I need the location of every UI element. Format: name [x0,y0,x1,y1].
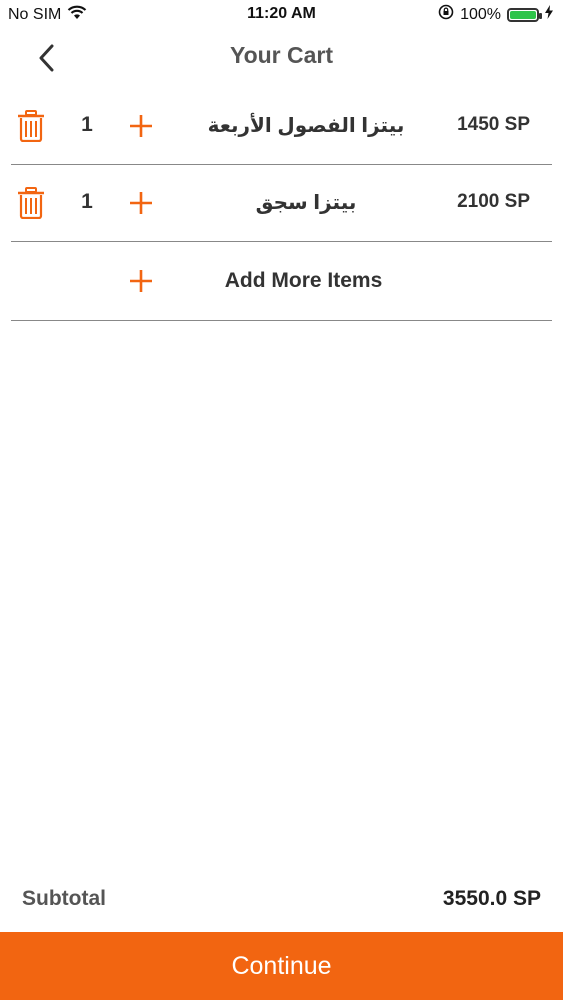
item-name: بيتزا الفصول الأربعة [207,115,405,137]
battery-icon [507,7,542,22]
battery-percent: 100% [460,5,501,23]
continue-button[interactable]: Continue [0,932,563,1000]
item-name: بيتزا سجق [255,192,357,214]
orientation-lock-icon [438,4,454,25]
trash-icon[interactable] [17,187,45,220]
cart-item-row: 1 بيتزا الفصول الأربعة 1450 SP [11,88,552,165]
status-right: 100% [438,4,553,25]
plus-icon[interactable] [127,112,155,140]
trash-icon[interactable] [17,110,45,143]
status-bar: No SIM 11:20 AM 100% [0,0,563,30]
nav-bar: Your Cart [0,30,563,84]
item-price: 1450 SP [457,114,530,135]
subtotal-label: Subtotal [22,887,106,910]
add-more-items-row[interactable]: Add More Items [11,242,552,321]
plus-icon[interactable] [127,189,155,217]
add-more-items-button[interactable]: Add More Items [181,269,426,293]
subtotal-row: Subtotal 3550.0 SP [22,884,541,914]
cart-item-row: 1 بيتزا سجق 2100 SP [11,165,552,242]
item-quantity: 1 [81,113,93,136]
battery-fill [510,10,536,19]
item-quantity: 1 [81,190,93,213]
subtotal-value: 3550.0 SP [442,887,541,910]
item-price: 2100 SP [457,191,530,212]
plus-icon[interactable] [127,267,155,295]
charging-icon [545,5,553,24]
page-title: Your Cart [229,42,334,68]
cart-list: 1 بيتزا الفصول الأربعة 1450 SP 1 بيتزا س… [11,88,552,321]
